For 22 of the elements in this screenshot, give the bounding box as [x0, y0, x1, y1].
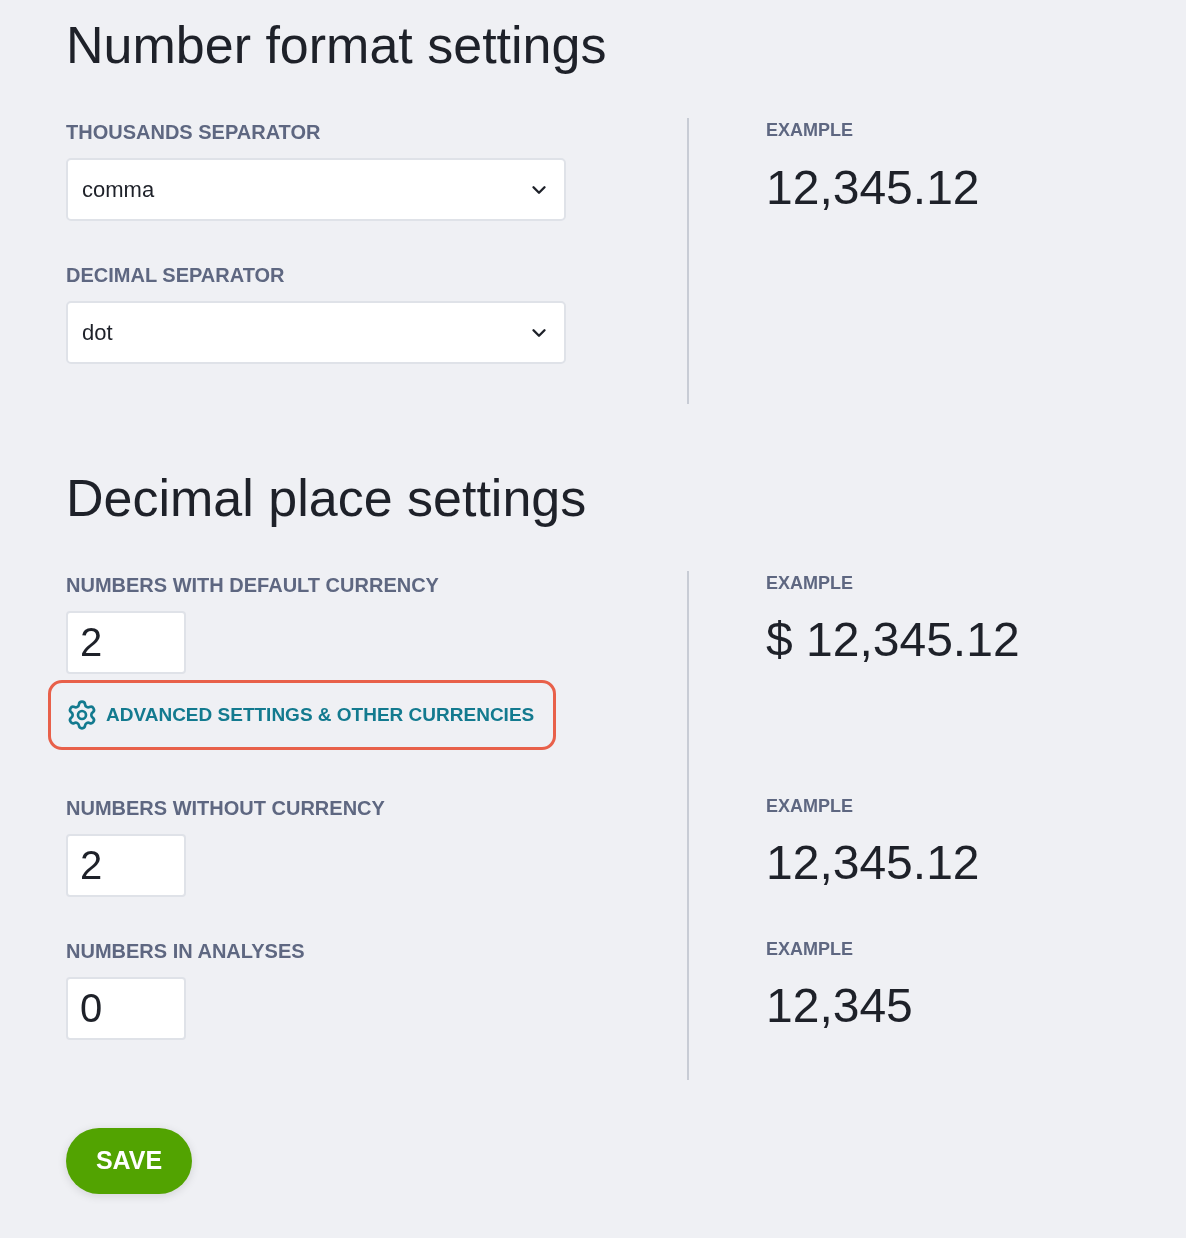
field-label: NUMBERS WITHOUT CURRENCY — [66, 796, 385, 821]
field-label: NUMBERS IN ANALYSES — [66, 939, 305, 964]
number-input[interactable]: 0 — [66, 977, 186, 1040]
example-label: EXAMPLE — [766, 119, 853, 142]
field-label: THOUSANDS SEPARATOR — [66, 120, 321, 145]
dropdown-select[interactable]: comma — [66, 158, 566, 221]
example-value: $ 12,345.12 — [766, 612, 1020, 668]
example-label: EXAMPLE — [766, 938, 853, 961]
section-title: Number format settings — [66, 15, 607, 76]
number-input[interactable]: 2 — [66, 834, 186, 897]
example-label: EXAMPLE — [766, 795, 853, 818]
example-value: 12,345.12 — [766, 160, 980, 216]
settings-icon — [66, 699, 98, 731]
advanced-settings-link[interactable]: ADVANCED SETTINGS & OTHER CURRENCIES — [66, 699, 535, 731]
example-value: 12,345.12 — [766, 835, 980, 891]
section-title: Decimal place settings — [66, 468, 587, 529]
dropdown-select[interactable]: dot — [66, 301, 566, 364]
number-input[interactable]: 2 — [66, 611, 186, 674]
field-label: NUMBERS WITH DEFAULT CURRENCY — [66, 573, 439, 598]
example-value: 12,345 — [766, 978, 913, 1034]
field-label: DECIMAL SEPARATOR — [66, 263, 285, 288]
example-label: EXAMPLE — [766, 572, 853, 595]
